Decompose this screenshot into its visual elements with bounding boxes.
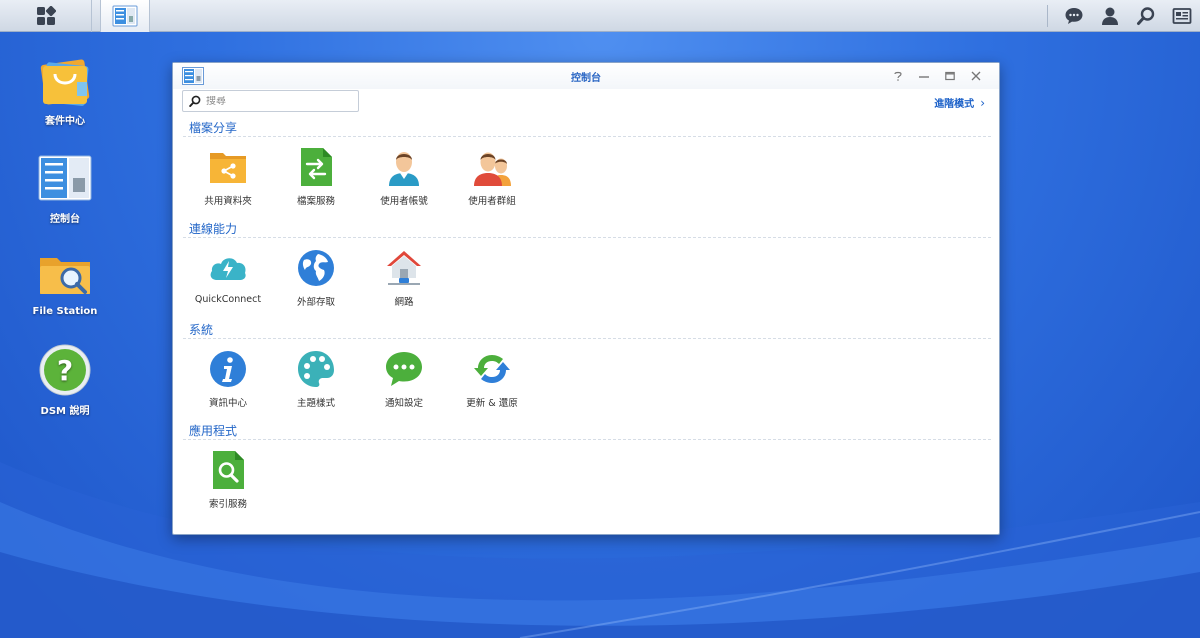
section-file-sharing: 檔案分享 共用資料夾 檔案服務 使用者帳號 使用者群組 — [183, 119, 991, 219]
palette-icon — [298, 351, 334, 387]
section-title: 連線能力 — [183, 220, 991, 238]
desktop-icon-dsm-help[interactable]: ? DSM 說明 — [18, 342, 112, 417]
taskbar — [0, 0, 1200, 32]
info-icon — [210, 351, 246, 387]
network-icon — [387, 251, 421, 285]
desktop-icon-label: 控制台 — [50, 214, 80, 225]
item-user-group[interactable]: 使用者群組 — [447, 147, 537, 207]
section-connectivity: 連線能力 QuickConnect 外部存取 網路 — [183, 220, 991, 320]
user-icon — [1102, 7, 1118, 25]
taskbar-control-panel-button[interactable] — [100, 0, 150, 32]
item-network[interactable]: 網路 — [359, 248, 449, 308]
section-system: 系統 資訊中心 主題樣式 通知設定 更新 & 還原 — [183, 321, 991, 421]
item-label: 外部存取 — [296, 297, 335, 308]
help-icon — [894, 71, 902, 81]
search-field[interactable] — [182, 90, 359, 112]
item-user-account[interactable]: 使用者帳號 — [359, 147, 449, 207]
item-indexing-service[interactable]: 索引服務 — [183, 450, 273, 510]
section-applications: 應用程式 索引服務 — [183, 422, 991, 522]
chat-icon — [1065, 8, 1083, 24]
group-icon — [474, 152, 511, 186]
item-label: QuickConnect — [194, 294, 262, 305]
item-label: 共用資料夾 — [204, 196, 252, 207]
advanced-mode-label: 進階模式 — [934, 99, 975, 110]
window-title: 控制台 — [571, 73, 601, 84]
package-center-icon — [40, 59, 90, 106]
search-input[interactable] — [206, 95, 346, 107]
control-panel-window: 控制台 進階模式 › — [172, 62, 1000, 535]
main-menu-button[interactable] — [0, 0, 92, 32]
file-services-icon — [301, 148, 332, 186]
update-icon — [474, 355, 510, 383]
desktop-icon-label: File Station — [32, 306, 98, 317]
item-label: 網路 — [394, 297, 414, 308]
item-label: 使用者帳號 — [380, 196, 428, 207]
item-external-access[interactable]: 外部存取 — [271, 248, 361, 308]
item-label: 更新 & 還原 — [466, 398, 518, 409]
chevron-right-icon: › — [980, 95, 985, 110]
search-icon — [1137, 7, 1155, 25]
quickconnect-icon — [210, 258, 246, 280]
taskbar-separator — [1047, 5, 1048, 27]
user-icon — [389, 152, 419, 186]
widgets-button[interactable] — [1164, 0, 1200, 32]
item-label: 使用者群組 — [468, 196, 516, 207]
desktop-icon-label: DSM 說明 — [40, 406, 90, 417]
chat-button[interactable] — [1056, 0, 1092, 32]
desktop-icon-label: 套件中心 — [45, 116, 85, 127]
section-title: 系統 — [183, 321, 991, 339]
indexing-icon — [213, 451, 244, 489]
item-shared-folder[interactable]: 共用資料夾 — [183, 147, 273, 207]
control-panel-icon — [38, 155, 92, 201]
close-button[interactable] — [963, 67, 989, 85]
item-label: 索引服務 — [208, 499, 247, 510]
desktop-icon-package-center[interactable]: 套件中心 — [18, 52, 112, 127]
search-button[interactable] — [1128, 0, 1164, 32]
item-theme[interactable]: 主題樣式 — [271, 349, 361, 409]
desktop-icon-file-station[interactable]: File Station — [18, 246, 112, 317]
item-update-restore[interactable]: 更新 & 還原 — [447, 349, 537, 409]
item-file-services[interactable]: 檔案服務 — [271, 147, 361, 207]
shared-folder-icon — [210, 153, 246, 183]
svg-text:?: ? — [57, 354, 73, 387]
section-title: 檔案分享 — [183, 119, 991, 137]
item-notification[interactable]: 通知設定 — [359, 349, 449, 409]
item-quickconnect[interactable]: QuickConnect — [183, 248, 273, 305]
search-icon — [189, 95, 201, 107]
user-menu-button[interactable] — [1092, 0, 1128, 32]
widgets-icon — [1172, 8, 1192, 24]
item-info-center[interactable]: 資訊中心 — [183, 349, 273, 409]
minimize-button[interactable] — [911, 67, 937, 85]
item-label: 通知設定 — [384, 398, 423, 409]
globe-icon — [298, 250, 334, 286]
minimize-icon — [919, 76, 929, 78]
grid-icon — [36, 6, 56, 25]
maximize-icon — [945, 71, 955, 81]
item-label: 檔案服務 — [296, 196, 335, 207]
help-button[interactable] — [885, 67, 911, 85]
notification-icon — [386, 352, 422, 386]
close-icon — [971, 71, 981, 81]
advanced-mode-link[interactable]: 進階模式 › — [934, 95, 985, 111]
section-title: 應用程式 — [183, 422, 991, 440]
desktop-icon-control-panel[interactable]: 控制台 — [18, 150, 112, 225]
item-label: 主題樣式 — [296, 398, 335, 409]
control-panel-icon — [112, 5, 138, 27]
item-label: 資訊中心 — [208, 398, 247, 409]
window-title-bar[interactable]: 控制台 — [173, 63, 999, 89]
maximize-button[interactable] — [937, 67, 963, 85]
file-station-icon — [40, 258, 90, 294]
help-icon: ? — [39, 344, 91, 396]
